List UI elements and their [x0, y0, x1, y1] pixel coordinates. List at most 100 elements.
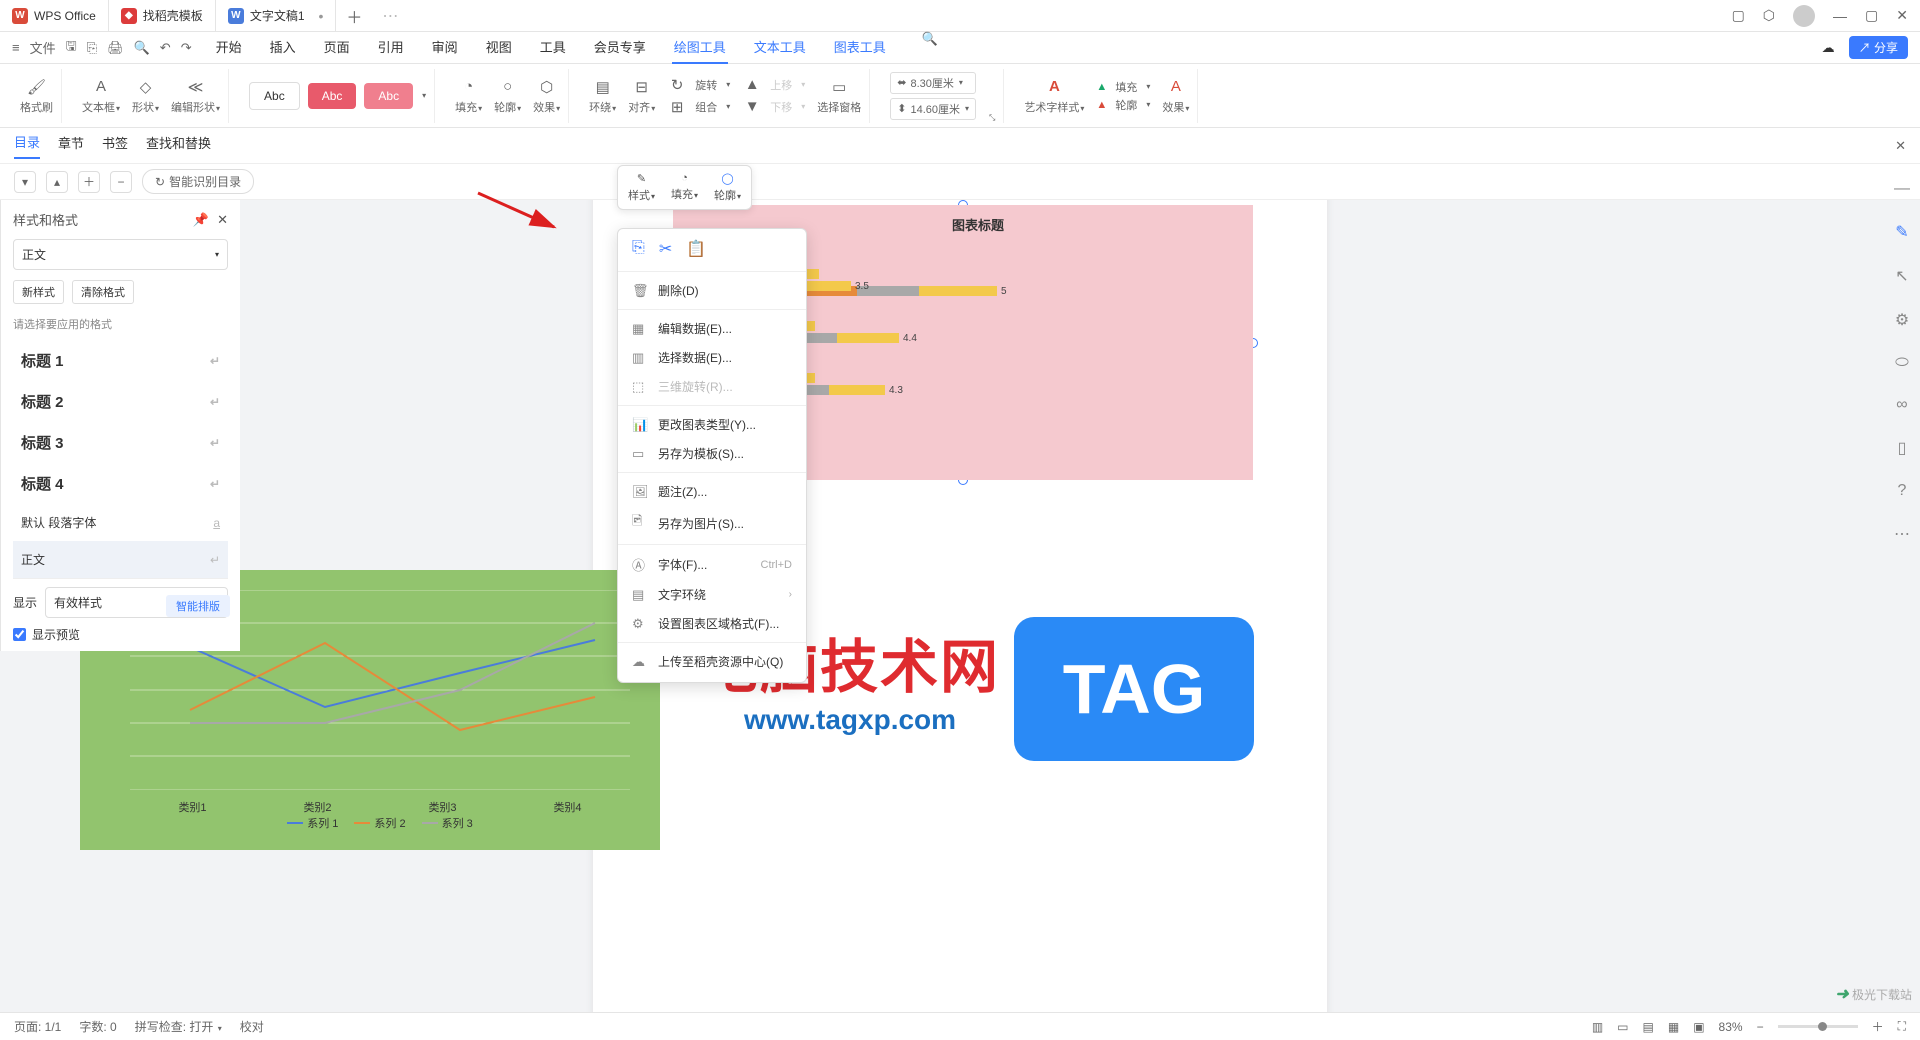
current-style-select[interactable]: 正文▾ [13, 239, 228, 270]
rail-help-icon[interactable]: ? [1898, 482, 1907, 500]
pin-icon[interactable]: 📌 [193, 212, 209, 228]
cloud-icon[interactable]: ☁ [1822, 40, 1835, 56]
avatar[interactable] [1793, 5, 1815, 27]
text-effect-button[interactable]: A 效果▾ [1162, 77, 1189, 115]
subtab-bookmark[interactable]: 书签 [102, 133, 128, 158]
cm-save-template[interactable]: ▭另存为模板(S)... [618, 439, 806, 468]
style-h4[interactable]: 标题 4↵ [13, 463, 228, 504]
zoom-out-icon[interactable]: − [1757, 1020, 1764, 1034]
view-read-icon[interactable]: ▭ [1617, 1020, 1628, 1034]
status-spell[interactable]: 拼写检查: 打开 ▾ [135, 1018, 222, 1035]
redo-icon[interactable]: ↷ [181, 40, 192, 56]
subtab-toc[interactable]: 目录 [14, 132, 40, 159]
zoom-value[interactable]: 83% [1719, 1020, 1743, 1034]
preset-3[interactable]: Abc [364, 83, 413, 109]
tab-tools[interactable]: 工具 [538, 31, 568, 64]
text-fill-button[interactable]: 填充 [1115, 79, 1137, 95]
smart-layout-button[interactable]: 智能排版 [166, 595, 230, 617]
format-brush-button[interactable]: 🖌 格式刷 [20, 77, 53, 115]
expand-icon[interactable]: ▴ [46, 171, 68, 193]
cm-area-format[interactable]: ⚙设置图表区域格式(F)... [618, 609, 806, 638]
group-button[interactable]: 组合 [695, 99, 717, 115]
paste-icon[interactable]: 📋 [686, 239, 706, 259]
view-outline-icon[interactable]: ▦ [1668, 1020, 1679, 1034]
mini-outline-button[interactable]: ◯轮廓▾ [714, 172, 741, 203]
align-button[interactable]: ⊟ 对齐▾ [628, 77, 655, 115]
remove-icon[interactable]: − [110, 171, 132, 193]
hamburger-icon[interactable]: ≡ [12, 40, 20, 55]
maximize-icon[interactable]: ▢ [1865, 7, 1878, 24]
shape-button[interactable]: ◇ 形状▾ [132, 77, 159, 115]
subtab-find[interactable]: 查找和替换 [146, 133, 211, 158]
style-h2[interactable]: 标题 2↵ [13, 381, 228, 422]
tab-draw-tools[interactable]: 绘图工具 [672, 31, 728, 64]
collapse-icon[interactable]: ▾ [14, 171, 36, 193]
status-words[interactable]: 字数: 0 [79, 1018, 116, 1035]
status-page[interactable]: 页面: 1/1 [14, 1018, 61, 1035]
presets-expand-icon[interactable]: ▾ [422, 91, 426, 100]
copy-icon[interactable]: ⎘ [632, 239, 645, 259]
tab-page[interactable]: 页面 [322, 31, 352, 64]
close-panel-icon[interactable]: ✕ [217, 212, 228, 228]
preview-icon[interactable]: 🔍 [134, 40, 150, 56]
height-input[interactable]: ⬍14.60厘米▾ [890, 98, 976, 120]
tabs-overflow-icon[interactable]: ⋯ [372, 6, 408, 26]
edit-shape-button[interactable]: ≪ 编辑形状▾ [171, 77, 220, 115]
cm-select-data[interactable]: ▥选择数据(E)... [618, 343, 806, 372]
mini-style-button[interactable]: ✎样式▾ [628, 172, 655, 203]
new-style-button[interactable]: 新样式 [13, 280, 64, 304]
tab-insert[interactable]: 插入 [268, 31, 298, 64]
text-outline-button[interactable]: 轮廓 [1115, 97, 1137, 113]
tab-start[interactable]: 开始 [214, 31, 244, 64]
rail-layout-icon[interactable]: ▯ [1898, 438, 1907, 458]
document-canvas[interactable]: 图表标题 类别4 4.5 5 类别3 3.5 [0, 200, 1920, 1012]
rail-edit-icon[interactable]: ✎ [1895, 222, 1908, 242]
select-pane-button[interactable]: ▭ 选择窗格 [817, 77, 861, 115]
clear-format-button[interactable]: 清除格式 [72, 280, 134, 304]
file-menu[interactable]: 文件 [30, 38, 56, 57]
rail-collapse-icon[interactable]: — [1894, 180, 1910, 198]
cm-edit-data[interactable]: ▦编辑数据(E)... [618, 314, 806, 343]
tab-reference[interactable]: 引用 [376, 31, 406, 64]
add-icon[interactable]: ＋ [78, 171, 100, 193]
cube-icon[interactable]: ⬡ [1763, 7, 1775, 24]
rail-link-icon[interactable]: ∞ [1896, 396, 1907, 414]
style-body[interactable]: 正文↵ [13, 541, 228, 578]
status-proof[interactable]: 校对 [240, 1018, 264, 1035]
tab-text-tools[interactable]: 文本工具 [752, 31, 808, 64]
rail-shape-icon[interactable]: ⬭ [1895, 354, 1909, 372]
view-print-icon[interactable]: ▣ [1693, 1020, 1704, 1034]
style-h1[interactable]: 标题 1↵ [13, 340, 228, 381]
tab-chart-tools[interactable]: 图表工具 [832, 31, 888, 64]
cm-upload[interactable]: ☁上传至稻壳资源中心(Q) [618, 647, 806, 676]
preset-1[interactable]: Abc [249, 82, 300, 110]
textbox-button[interactable]: A 文本框▾ [82, 77, 120, 115]
size-expand-icon[interactable]: ⤡ [989, 113, 995, 123]
wrap-button[interactable]: ▤ 环绕▾ [589, 77, 616, 115]
view-grid-icon[interactable]: ▥ [1592, 1020, 1603, 1034]
width-input[interactable]: ⬌8.30厘米▾ [890, 72, 976, 94]
close-window-icon[interactable]: ✕ [1896, 7, 1908, 24]
rail-cursor-icon[interactable]: ↖ [1895, 266, 1908, 286]
fullscreen-icon[interactable]: ⛶ [1898, 1019, 1906, 1034]
style-default-font[interactable]: 默认 段落字体a [13, 504, 228, 541]
subtab-chapter[interactable]: 章节 [58, 133, 84, 158]
rail-toolbox-icon[interactable]: ⚙ [1895, 310, 1909, 330]
grid-icon[interactable]: ▢ [1732, 7, 1745, 24]
preset-2[interactable]: Abc [308, 83, 357, 109]
mini-fill-button[interactable]: ◔填充▾ [671, 172, 698, 203]
rotate-button[interactable]: 旋转 [695, 77, 717, 93]
minimize-icon[interactable]: — [1833, 8, 1847, 24]
rail-more-icon[interactable]: ⋯ [1894, 524, 1910, 544]
effect-button[interactable]: ⬡ 效果▾ [533, 77, 560, 115]
cm-delete[interactable]: 🗑删除(D) [618, 276, 806, 305]
fill-button[interactable]: ◔ 填充▾ [455, 77, 482, 115]
cm-change-type[interactable]: 📊更改图表类型(Y)... [618, 410, 806, 439]
tab-member[interactable]: 会员专享 [592, 31, 648, 64]
outline-button[interactable]: ○ 轮廓▾ [494, 77, 521, 115]
cut-icon[interactable]: ✂ [659, 239, 672, 259]
add-tab-button[interactable]: ＋ [336, 4, 372, 28]
cm-font[interactable]: Ⓐ字体(F)...Ctrl+D [618, 549, 806, 580]
style-h3[interactable]: 标题 3↵ [13, 422, 228, 463]
undo-icon[interactable]: ↶ [160, 40, 171, 56]
